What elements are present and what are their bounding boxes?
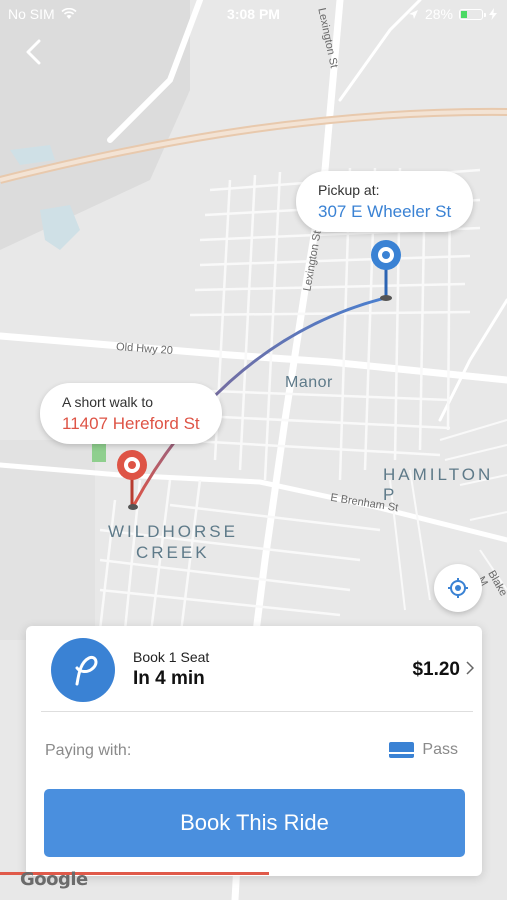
battery-icon [459, 8, 486, 20]
charging-bolt-icon [489, 8, 497, 20]
crosshair-location-icon [448, 578, 468, 598]
map-label-hamilton: HAMILTON P [383, 465, 494, 504]
map-label-manor: Manor [285, 374, 333, 391]
location-arrow-icon [408, 9, 418, 19]
divider [41, 711, 473, 712]
paying-with-label: Paying with: [45, 742, 132, 759]
ride-service-logo-icon [51, 638, 115, 702]
payment-method-selector[interactable]: Pass [389, 741, 458, 759]
book-ride-button[interactable]: Book This Ride [44, 789, 465, 857]
payment-method-label: Pass [422, 741, 458, 758]
pickup-callout[interactable]: Pickup at: 307 E Wheeler St [296, 171, 474, 232]
ride-option-row[interactable]: Book 1 Seat In 4 min $1.20 [26, 626, 482, 712]
map-label-wildhorse: WILDHORSE [108, 522, 238, 541]
chevron-right-icon [466, 661, 474, 675]
walk-label: A short walk to [62, 394, 154, 410]
credit-card-icon [389, 741, 415, 759]
walk-address: 11407 Hereford St [62, 414, 200, 433]
google-logo: Google [20, 869, 88, 890]
back-button[interactable] [18, 36, 50, 68]
map-label-creek: CREEK [136, 543, 210, 562]
price-label: $1.20 [412, 659, 460, 680]
chevron-left-icon [26, 39, 41, 65]
pickup-label: Pickup at: [318, 182, 380, 198]
walk-callout[interactable]: A short walk to 11407 Hereford St [40, 383, 222, 444]
recenter-location-button[interactable] [434, 564, 482, 612]
battery-percent: 28% [424, 6, 453, 22]
booking-card: Book 1 Seat In 4 min $1.20 Paying with: … [26, 626, 482, 876]
eta-label: In 4 min [133, 668, 205, 689]
pickup-address: 307 E Wheeler St [318, 202, 452, 221]
seat-count-label: Book 1 Seat [133, 649, 210, 665]
status-bar: No SIM 3:08 PM 28% [0, 0, 507, 28]
